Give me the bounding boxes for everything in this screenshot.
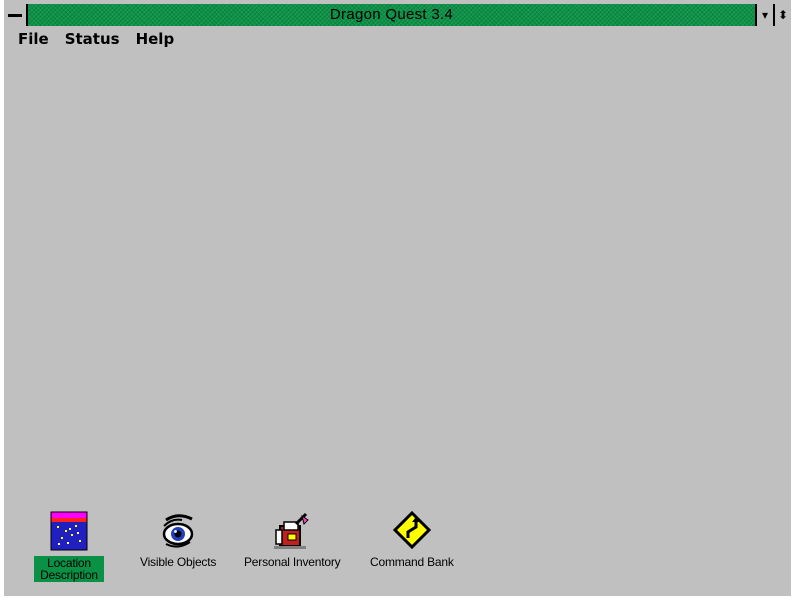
personal-inventory-shortcut[interactable]: Personal Inventory — [244, 510, 341, 569]
minimize-button[interactable]: ▾ — [755, 4, 773, 26]
icon-label: Personal Inventory — [244, 555, 341, 569]
minimize-icon: ▾ — [761, 8, 769, 22]
menu-help[interactable]: Help — [128, 28, 183, 50]
backpack-icon — [274, 512, 310, 549]
workspace: Location Description Visible Objects Per… — [4, 52, 791, 596]
icon-label: Visible Objects — [140, 555, 217, 569]
visible-objects-shortcut[interactable]: Visible Objects — [140, 510, 216, 568]
icon-label: Location Description — [34, 556, 104, 582]
menu-file[interactable]: File — [10, 28, 57, 50]
menu-status[interactable]: Status — [57, 28, 128, 50]
maximize-icon: ⬍ — [777, 8, 789, 22]
location-description-shortcut[interactable]: Location Description — [34, 510, 104, 582]
eye-icon — [162, 514, 194, 548]
icon-label: Command Bank — [370, 555, 454, 569]
road-sign-icon — [392, 510, 431, 550]
system-menu-icon — [8, 13, 22, 17]
menu-bar: File Status Help — [10, 28, 182, 50]
command-bank-shortcut[interactable]: Command Bank — [370, 510, 454, 568]
maximize-button[interactable]: ⬍ — [773, 4, 791, 26]
system-menu-button[interactable] — [4, 4, 28, 26]
main-window: Dragon Quest 3.4 ▾ ⬍ File Status Help Lo… — [0, 0, 794, 600]
title-bar[interactable]: Dragon Quest 3.4 ▾ ⬍ — [4, 4, 791, 26]
window-title: Dragon Quest 3.4 — [28, 4, 755, 26]
location-icon — [50, 511, 88, 551]
